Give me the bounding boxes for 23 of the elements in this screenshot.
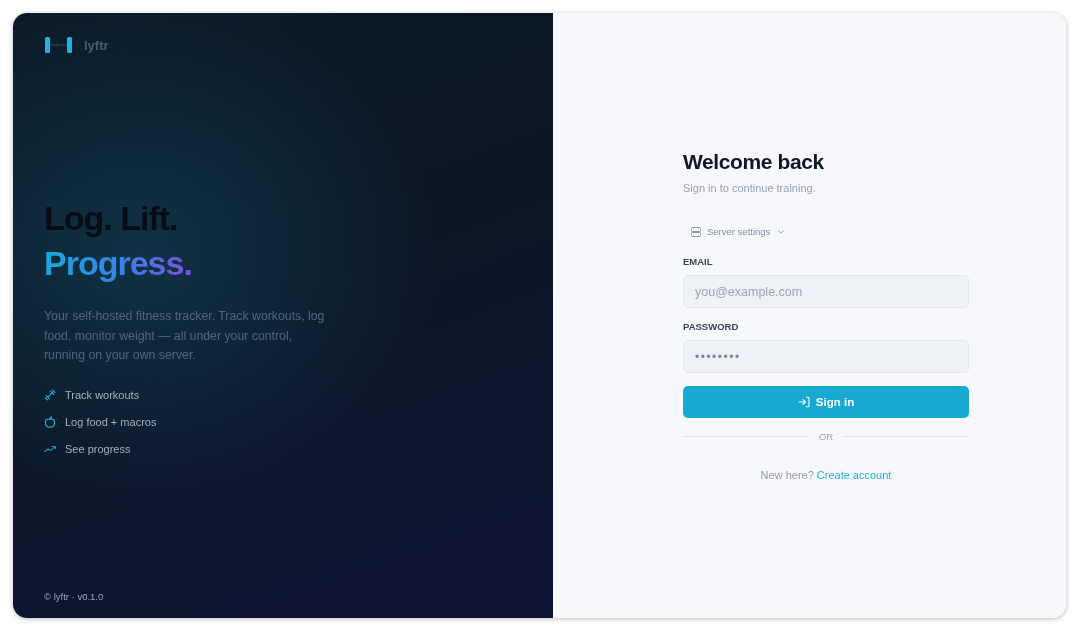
brand-name: lyftr [84,37,109,53]
server-settings-toggle[interactable]: Server settings [683,223,793,240]
form-subtitle: Sign in to continue training. [683,181,817,195]
dumbbell-icon [44,389,56,401]
field-label: PASSWORD [683,321,739,333]
field-label: EMAIL [683,256,713,268]
sign-in-icon [797,396,810,408]
feature-label: See progress [65,443,131,455]
password-field[interactable]: •••••••• [683,340,969,373]
apple-icon [44,416,56,428]
version-footer: © lyftr · v0.1.0 [44,591,523,602]
logo-icon [45,37,72,53]
create-account-link[interactable]: Create account [816,468,892,482]
feature-label: Log food + macros [65,416,157,428]
email-field[interactable]: you@example.com [683,275,969,308]
feature-label: Track workouts [65,389,140,401]
sign-in-button[interactable]: Sign in [683,386,969,418]
signup-prompt: New here? [760,468,814,482]
server-icon [691,226,701,237]
form-title: Welcome back [683,149,825,175]
trend-up-icon [44,445,56,453]
divider-label: OR [818,430,834,442]
hero-description: Your self-hosted fitness tracker. Track workouts, log food, monitor weight — all under your control, running on your own server. [44,308,326,364]
